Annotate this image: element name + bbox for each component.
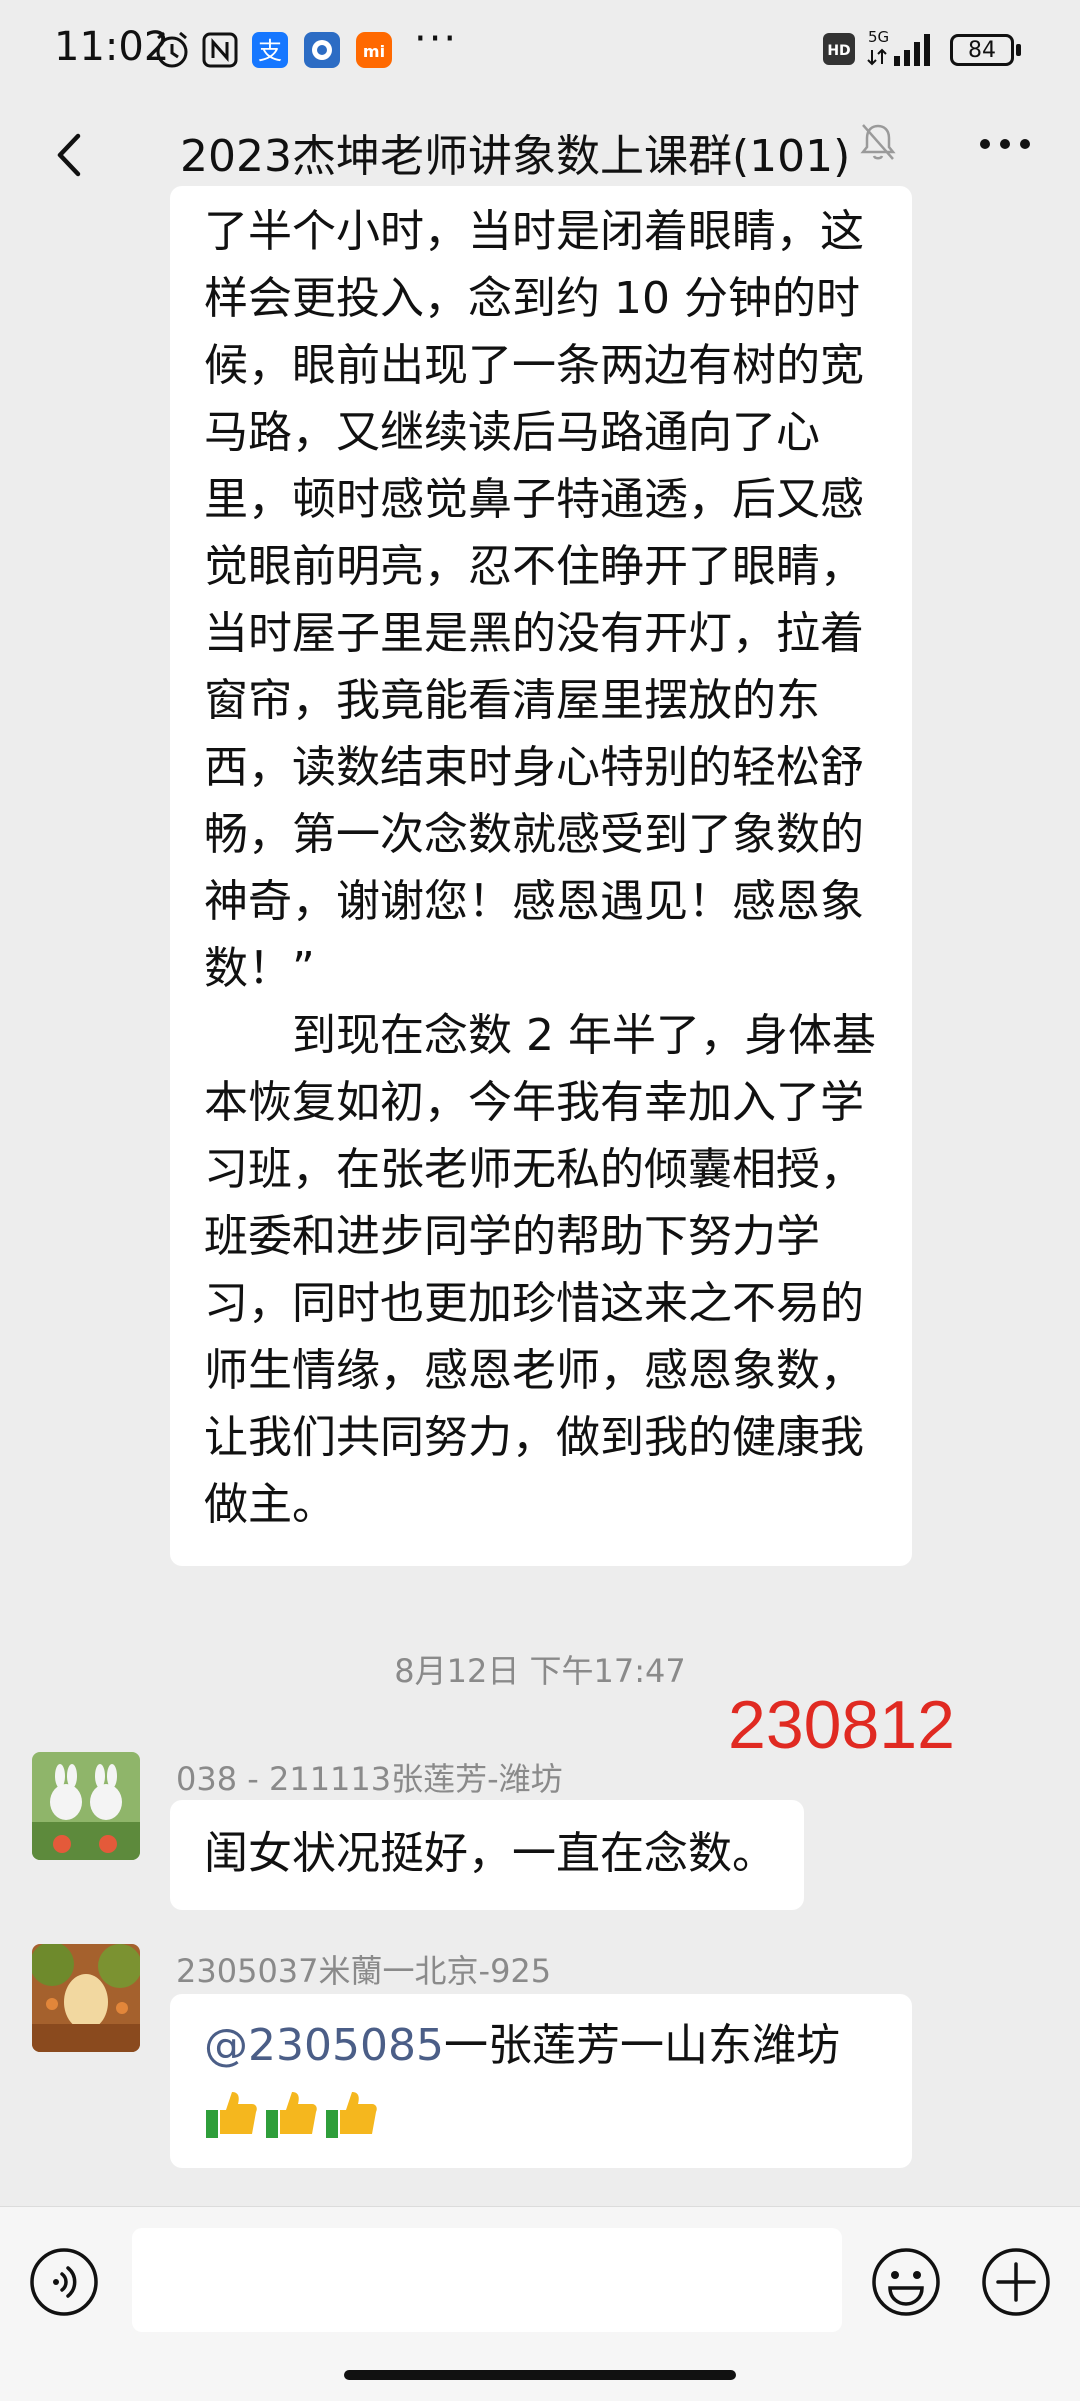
garden-avatar-image <box>32 1944 140 2052</box>
battery-level: 84 <box>968 37 996 63</box>
battery-tip <box>1016 44 1021 56</box>
avatar[interactable] <box>32 1752 140 1860</box>
hd-icon: HD <box>823 33 855 65</box>
emoji-icon[interactable] <box>870 2246 942 2318</box>
svg-text:支: 支 <box>258 37 282 65</box>
alipay-icon: 支 <box>252 32 288 68</box>
bunny-avatar-image <box>32 1752 140 1860</box>
message-text-rest: 一张莲芳一山东潍坊 <box>443 2020 840 2071</box>
app-icon <box>304 32 340 68</box>
message-bubble[interactable]: 闺女状况挺好，一直在念数。 <box>170 1800 804 1910</box>
battery-icon: 84 <box>950 34 1014 66</box>
message-paragraph: 到现在念数 2 年半了，身体基本恢复如初，今年我有幸加入了学习班，在张老师无私的… <box>204 1010 876 1530</box>
sender-name: 038 - 211113张莲芳-潍坊 <box>176 1760 563 1798</box>
more-status-icon: ··· <box>414 16 459 62</box>
bell-muted-icon <box>860 124 896 160</box>
back-button[interactable] <box>38 122 104 188</box>
chat-title: 2023杰坤老师讲象数上课群(101) <box>180 131 851 182</box>
message-input[interactable] <box>132 2228 842 2332</box>
message-text: @2305085一张莲芳一山东潍坊 <box>204 2012 840 2079</box>
svg-text:mi: mi <box>363 42 385 61</box>
message-bubble[interactable]: @2305085一张莲芳一山东潍坊 <box>170 1994 912 2168</box>
mi-icon: mi <box>356 32 392 68</box>
message-text: 闺女状况挺好，一直在念数。 <box>204 1828 776 1879</box>
mention-link[interactable]: @2305085 <box>204 2020 444 2071</box>
avatar[interactable] <box>32 1944 140 2052</box>
nfc-icon <box>202 32 238 68</box>
message-paragraph: 了半个小时，当时是闭着眼睛，这样会更投入，念到约 10 分钟的时候，眼前出现了一… <box>204 206 864 994</box>
plus-icon[interactable] <box>980 2246 1052 2318</box>
signal-icon: 5G <box>867 28 930 66</box>
svg-text:5G: 5G <box>868 28 889 46</box>
alarm-icon <box>156 31 188 68</box>
home-indicator[interactable] <box>344 2370 736 2380</box>
voice-icon[interactable] <box>28 2246 100 2318</box>
thumbs-up-icon <box>206 2092 377 2138</box>
red-annotation: 230812 <box>728 1687 955 1763</box>
svg-text:HD: HD <box>827 43 850 59</box>
more-button[interactable] <box>972 120 1038 168</box>
message-bubble-long[interactable]: 了半个小时，当时是闭着眼睛，这样会更投入，念到约 10 分钟的时候，眼前出现了一… <box>170 186 912 1566</box>
status-bar: 11:02 支 mi ··· HD 5G 84 <box>0 0 1080 100</box>
sender-name: 2305037米蘭一北京-925 <box>176 1952 552 1990</box>
